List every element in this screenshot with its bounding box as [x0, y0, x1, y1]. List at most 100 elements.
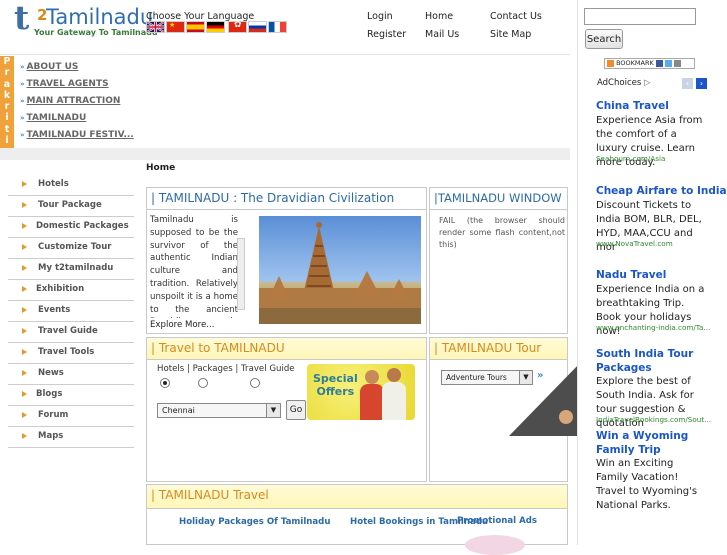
radio-travel-guide[interactable]	[250, 378, 260, 388]
china-flag[interactable]: ★	[166, 21, 185, 33]
header-divider	[0, 54, 570, 55]
sidebar-item-travel-tools[interactable]: Travel Tools	[8, 343, 134, 364]
sidebar-item-my-t2tamilnadu[interactable]: My t2tamilnadu	[8, 259, 134, 280]
sidebar-item-events[interactable]: Events	[8, 301, 134, 322]
nav-tamilnadu[interactable]: » TAMILNADU	[20, 113, 86, 123]
ad-url[interactable]: www.enchanting-india.com/Ta...	[596, 323, 710, 332]
logo-name: Tamilnadu	[46, 5, 154, 29]
ad-url[interactable]: Seabourn.com/Asia	[596, 154, 665, 163]
tour-select-value: Adventure Tours	[446, 373, 507, 382]
home-link[interactable]: Home	[425, 11, 453, 22]
man-figure	[382, 382, 406, 420]
prakriti-letter: k	[3, 89, 11, 101]
travel-panel: | TAMILNADU Travel Holiday Packages Of T…	[146, 484, 568, 555]
ad-url[interactable]: www.NovaTravel.com	[596, 239, 673, 248]
triangle-icon	[22, 370, 27, 376]
search-input[interactable]	[584, 8, 696, 25]
civilization-title: | TAMILNADU : The Dravidian Civilization	[147, 188, 426, 210]
double-arrow-icon: »	[20, 63, 25, 71]
contact-us-link[interactable]: Contact Us	[490, 11, 542, 22]
person-man-icon	[387, 368, 401, 382]
nav-travel-agents[interactable]: » TRAVEL AGENTS	[20, 79, 109, 89]
special-offers-banner[interactable]: Special Offers	[307, 364, 415, 420]
prakriti-tab[interactable]: P r a k r i t i	[0, 56, 14, 148]
offer-line2: Offers	[316, 385, 355, 398]
travel-to-panel: | Travel to TAMILNADU Hotels | Packages …	[146, 337, 427, 482]
ad-title[interactable]: Win a Wyoming Family Trip	[596, 429, 696, 457]
russia-flag[interactable]	[248, 21, 267, 33]
search-type-options: Hotels | Packages | Travel Guide	[157, 364, 295, 374]
site-logo[interactable]: t 2 Tamilnadu Your Gateway To Tamilnadu	[14, 0, 158, 40]
germany-flag[interactable]	[206, 21, 225, 33]
site-map-link[interactable]: Site Map	[490, 29, 531, 40]
facebook-icon	[655, 59, 663, 67]
travel-to-title: | Travel to TAMILNADU	[147, 338, 426, 360]
triangle-icon	[22, 202, 27, 208]
sidebar-item-customize-tour[interactable]: Customize Tour	[8, 238, 134, 259]
radio-hotels[interactable]	[160, 378, 170, 388]
tour-title: | TAMILNADU Tour	[430, 338, 567, 360]
explore-more-link[interactable]: Explore More...	[150, 320, 214, 330]
sidebar-item-exhibition[interactable]: Exhibition	[8, 280, 134, 301]
double-arrow-icon: »	[20, 80, 25, 88]
mail-us-link[interactable]: Mail Us	[425, 29, 459, 40]
civilization-text: Tamilnadu is supposed to be the survivor…	[150, 215, 238, 318]
radio-packages[interactable]	[198, 378, 208, 388]
sidebar-item-news[interactable]: News	[8, 364, 134, 385]
prakriti-letter: r	[4, 67, 10, 79]
uk-flag[interactable]	[146, 21, 165, 33]
nav-about-us[interactable]: » ABOUT US	[20, 62, 78, 72]
civilization-panel: | TAMILNADU : The Dravidian Civilization…	[146, 187, 427, 334]
search-button[interactable]: Search	[585, 29, 623, 49]
adchoices-label[interactable]: AdChoices ▷	[597, 78, 651, 88]
prakriti-letter: a	[3, 78, 11, 90]
sidebar-item-domestic-packages[interactable]: Domestic Packages	[8, 217, 134, 238]
sidebar-item-forum[interactable]: Forum	[8, 406, 134, 427]
sidebar-item-tour-package[interactable]: Tour Package	[8, 196, 134, 217]
triangle-icon	[22, 286, 27, 292]
plus-icon	[607, 59, 614, 67]
prakriti-letter: P	[3, 56, 11, 67]
double-arrow-icon: »	[20, 114, 25, 122]
civilization-scrollbar[interactable]	[237, 238, 245, 310]
triangle-icon	[22, 223, 27, 229]
ad-title[interactable]: Nadu Travel	[596, 269, 666, 281]
triangle-icon	[22, 391, 27, 397]
window-title: |TAMILNADU WINDOW	[430, 188, 567, 210]
sidebar-item-blogs[interactable]: Blogs	[8, 385, 134, 406]
double-arrow-icon: »	[20, 97, 25, 105]
sidebar-item-hotels[interactable]: Hotels	[8, 175, 134, 196]
go-button[interactable]: Go	[286, 400, 306, 420]
triangle-icon	[22, 244, 27, 250]
france-flag[interactable]	[268, 21, 287, 33]
bookmark-button[interactable]: BOOKMARK	[604, 58, 695, 69]
ad-url[interactable]: IndiaTravelBookings.com/Sout...	[596, 415, 711, 424]
prakriti-letter: r	[4, 101, 10, 113]
agent-avatar	[559, 410, 573, 424]
spain-flag[interactable]	[186, 21, 205, 33]
triangle-icon	[22, 307, 27, 313]
ads-next-button[interactable]: ›	[696, 78, 707, 89]
leave-message-widget[interactable]: Leave a message	[509, 362, 581, 436]
ad-title[interactable]: Cheap Airfare to India	[596, 185, 727, 197]
city-select[interactable]: Chennai ▼	[157, 403, 281, 418]
chevron-down-icon: ▼	[266, 404, 280, 417]
sidebar-item-maps[interactable]: Maps	[8, 427, 134, 448]
breadcrumb: Home	[146, 163, 176, 173]
bookmark-label: BOOKMARK	[616, 59, 654, 67]
nav-tamilnadu-festivals[interactable]: » TAMILNADU FESTIV...	[20, 130, 134, 140]
ad-title[interactable]: China Travel	[596, 100, 669, 112]
nav-separator-band	[0, 148, 570, 160]
register-link[interactable]: Register	[367, 29, 406, 40]
person-woman-icon	[365, 370, 379, 384]
ad-title[interactable]: South India Tour Packages	[596, 347, 696, 375]
twitter-icon	[664, 59, 672, 67]
ads-prev-button[interactable]: ‹	[682, 78, 693, 89]
prakriti-letter: i	[5, 135, 9, 147]
holiday-packages-link[interactable]: Holiday Packages Of Tamilnadu	[179, 517, 330, 527]
hongkong-flag[interactable]: ✿	[228, 20, 247, 33]
nav-main-attraction[interactable]: » MAIN ATTRACTION	[20, 96, 120, 106]
login-link[interactable]: Login	[367, 11, 393, 22]
sidebar-item-travel-guide[interactable]: Travel Guide	[8, 322, 134, 343]
travel-title: | TAMILNADU Travel	[147, 485, 567, 509]
